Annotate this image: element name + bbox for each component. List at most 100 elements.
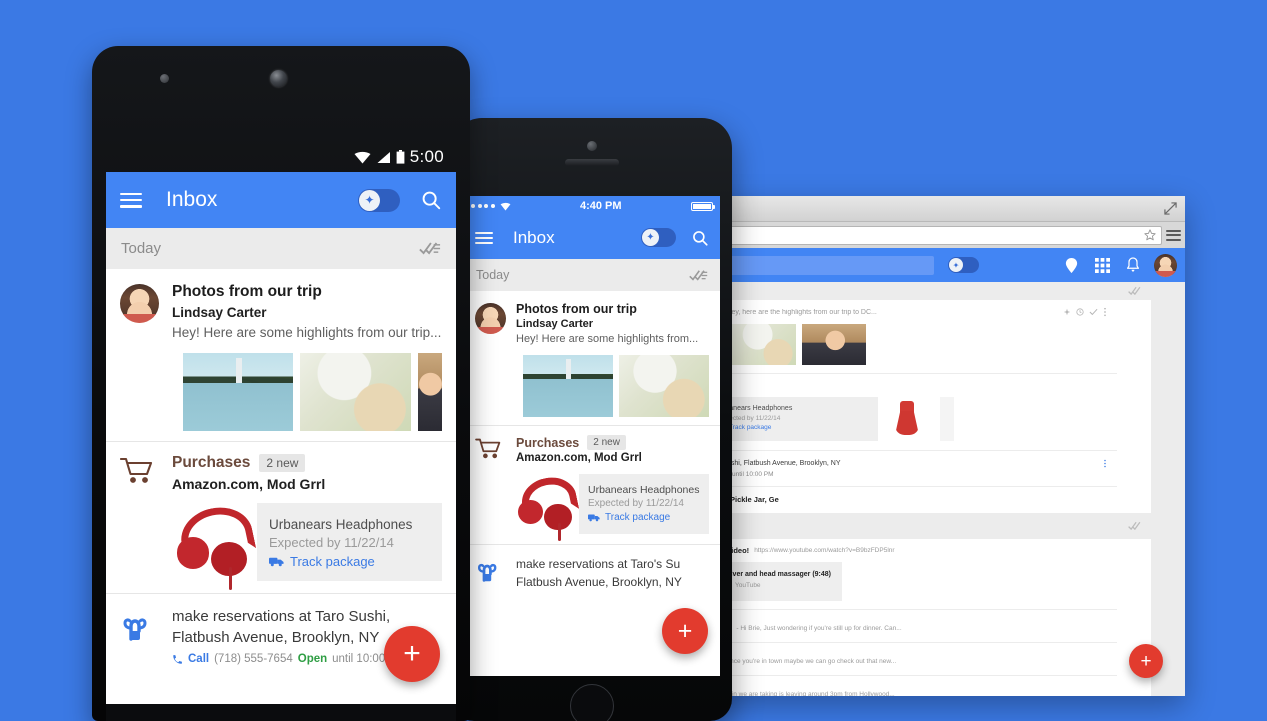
track-package-link[interactable]: Track package (605, 512, 670, 523)
thread-snippet: Hey! Here are some highlights from our t… (172, 325, 442, 340)
phone-number: (718) 555-7654 (214, 653, 293, 665)
front-camera-icon (587, 141, 597, 151)
call-link[interactable]: Call (188, 653, 209, 665)
portrait-photo[interactable] (802, 324, 866, 365)
product-name: Urbanears Headphones (269, 517, 413, 532)
headphones-photo[interactable] (175, 500, 257, 591)
android-screen: Inbox ✦ Today Photos from our trip Linds… (106, 172, 456, 704)
star-icon[interactable] (1144, 229, 1156, 241)
signal-icon (471, 204, 495, 208)
thread-photos[interactable]: Photos from our trip Lindsay Carter Hey!… (106, 269, 456, 442)
bell-icon[interactable] (1126, 257, 1140, 273)
track-package-link[interactable]: Track package (290, 554, 375, 569)
search-icon[interactable] (691, 229, 709, 247)
product-card[interactable]: Urbanears Headphones Expected by 11/22/1… (579, 474, 709, 534)
sweep-icon[interactable] (1128, 521, 1143, 531)
compose-fab[interactable]: + (1129, 644, 1163, 678)
open-until: until 10:00 PM (732, 471, 774, 478)
battery-icon (396, 150, 405, 164)
washington-monument-photo[interactable] (183, 353, 294, 431)
thread-sender: Lindsay Carter (172, 305, 267, 320)
reminder-line-1: make reservations at Taro's Su (516, 557, 681, 571)
breakfast-photo[interactable] (300, 353, 411, 431)
android-nav-bar (106, 704, 456, 721)
breakfast-photo[interactable] (619, 355, 709, 417)
pin-toggle[interactable]: ✦ (358, 188, 400, 212)
headphones-photo[interactable] (517, 472, 579, 542)
thread-purchases[interactable]: Purchases 2 new Amazon.com, Mod Grrl Urb… (106, 442, 456, 594)
signal-icon (377, 151, 390, 163)
truck-icon (269, 557, 284, 567)
desktop-product-card[interactable]: Urbanears Headphones Expected by 11/22/1… (710, 397, 878, 441)
home-button[interactable] (570, 684, 614, 721)
desktop-video-url: https://www.youtube.com/watch?v=B9bzFDP5… (754, 547, 895, 554)
track-package-link[interactable]: Track package (729, 424, 771, 431)
expand-icon[interactable] (1164, 202, 1177, 215)
new-badge: 2 new (587, 435, 626, 450)
pin-toggle[interactable]: ✦ (948, 257, 979, 273)
product-expected: Expected by 11/22/14 (718, 415, 781, 422)
more-icon[interactable] (1103, 459, 1107, 468)
compose-fab[interactable]: + (662, 608, 708, 654)
ios-app-bar: Inbox ✦ (464, 216, 720, 259)
sweep-icon[interactable] (1128, 286, 1143, 296)
help-icon[interactable] (1064, 257, 1079, 274)
more-icon[interactable] (1103, 307, 1107, 317)
earpiece-speaker (565, 159, 619, 166)
iphone-screen: 4:40 PM Inbox ✦ Today Photos from our tr… (464, 196, 720, 676)
video-card[interactable]: Silver and head massager (9:48) YouTube (716, 562, 842, 601)
android-status-bar: 5:00 (106, 142, 456, 172)
breakfast-photo[interactable] (732, 324, 796, 365)
open-status: Open (297, 653, 328, 665)
hamburger-icon[interactable] (1166, 229, 1181, 241)
desktop-dinner-snippet: - Hi Brie, Just wondering if you're stil… (736, 625, 902, 632)
android-title: Inbox (166, 188, 218, 211)
avatar (475, 303, 506, 334)
ios-status-bar: 4:40 PM (464, 196, 720, 216)
product-name: Urbanears Headphones (588, 484, 700, 496)
shopping-cart-icon (475, 438, 506, 467)
sweep-icon[interactable] (689, 269, 708, 282)
ios-today-bar: Today (464, 259, 720, 291)
compose-fab[interactable]: + (384, 626, 440, 682)
ios-title: Inbox (513, 227, 555, 247)
washington-monument-photo[interactable] (523, 355, 613, 417)
pin-toggle[interactable]: ✦ (641, 228, 676, 247)
snooze-icon[interactable] (1076, 308, 1084, 316)
third-photo[interactable] (417, 353, 442, 431)
purchases-label: Purchases (172, 454, 251, 471)
proximity-sensor-icon (160, 74, 169, 83)
video-source: YouTube (735, 582, 761, 589)
done-icon[interactable] (1089, 308, 1098, 316)
product-expected: Expected by 11/22/14 (588, 498, 684, 509)
thread-sender: Lindsay Carter (516, 318, 594, 330)
user-avatar[interactable] (1154, 253, 1177, 277)
iphone-device: 4:40 PM Inbox ✦ Today Photos from our tr… (452, 118, 732, 721)
apps-grid-icon[interactable] (1095, 257, 1110, 273)
next-item-peek[interactable] (940, 397, 954, 441)
search-icon[interactable] (420, 189, 442, 211)
shopping-cart-icon (120, 457, 159, 494)
android-today-bar: Today (106, 228, 456, 269)
thread-reminder[interactable]: make reservations at Taro's Su Flatbush … (464, 545, 720, 603)
purchases-senders: Amazon.com, Mod Grrl (172, 476, 326, 492)
today-label: Today (121, 240, 162, 257)
red-dress-photo[interactable] (886, 397, 932, 441)
product-name: Urbanears Headphones (718, 405, 793, 412)
battery-icon (690, 201, 715, 211)
sweep-icon[interactable] (419, 241, 441, 256)
menu-icon[interactable] (475, 231, 493, 244)
thread-photos[interactable]: Photos from our trip Lindsay Carter Hey!… (464, 291, 720, 426)
menu-icon[interactable] (120, 192, 142, 208)
thread-purchases[interactable]: Purchases 2 new Amazon.com, Mod Grrl Urb… (464, 426, 720, 545)
reminder-finger-icon (120, 611, 159, 665)
wifi-icon (354, 151, 371, 163)
product-expected: Expected by 11/22/14 (269, 535, 394, 550)
pin-icon[interactable] (1063, 308, 1071, 316)
product-card[interactable]: Urbanears Headphones Expected by 11/22/1… (257, 503, 442, 581)
front-camera-icon (270, 70, 287, 87)
thread-title: Photos from our trip (172, 283, 322, 300)
android-phone-device: 5:00 Inbox ✦ Today Photos from our trip … (92, 46, 470, 721)
ios-clock: 4:40 PM (579, 200, 622, 212)
reminder-finger-icon (475, 558, 506, 591)
